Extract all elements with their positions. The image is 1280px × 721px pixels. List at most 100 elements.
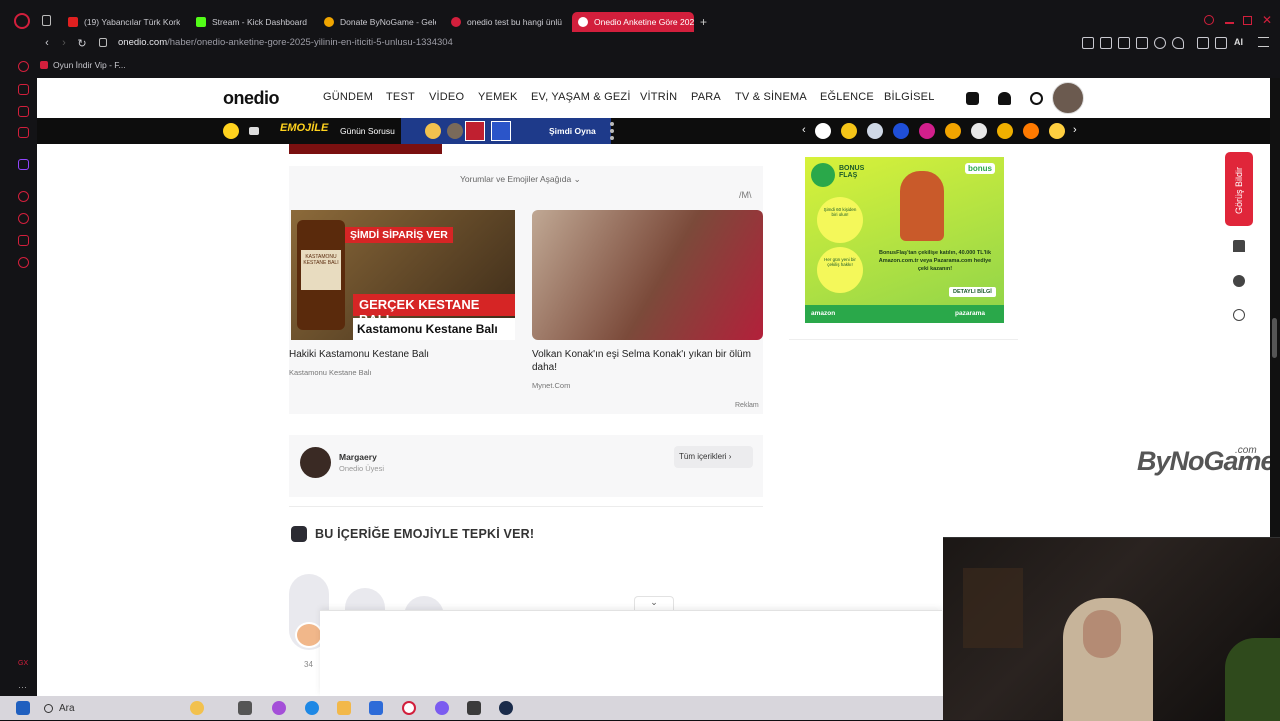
strip-next-icon[interactable]: › <box>1073 124 1077 136</box>
tab-kick[interactable]: Stream - Kick Dashboard <box>190 12 308 32</box>
bookmark-item[interactable]: Oyun İndir Vip - F... <box>40 60 126 70</box>
share-icon[interactable] <box>1233 309 1245 321</box>
sidebar-whatsapp-icon[interactable] <box>18 106 29 117</box>
sidebar-extensions-icon[interactable] <box>18 235 29 246</box>
back-icon[interactable]: ‹ <box>40 36 54 50</box>
clap-emoji-icon[interactable] <box>295 622 323 648</box>
nav-yemek[interactable]: YEMEK <box>478 91 518 103</box>
lock-icon[interactable] <box>99 38 107 47</box>
simdi-oyna-button[interactable]: Şimdi Oyna <box>549 126 596 136</box>
channel-crown-icon[interactable] <box>945 123 961 139</box>
nav-bilgisel[interactable]: BİLGİSEL <box>884 91 935 103</box>
search-icon[interactable] <box>1030 92 1043 105</box>
card-title[interactable]: Hakiki Kastamonu Kestane Balı <box>289 348 509 361</box>
sidebar-messenger-icon[interactable] <box>18 84 29 95</box>
discord-icon[interactable] <box>435 701 449 715</box>
menu-icon[interactable] <box>1258 37 1269 47</box>
user-avatar[interactable] <box>1052 82 1084 114</box>
search-tabs-icon[interactable] <box>1204 15 1214 25</box>
bookmark-icon[interactable] <box>1233 240 1245 252</box>
windows-start-icon[interactable] <box>16 701 30 715</box>
minimize-icon[interactable] <box>1225 22 1234 24</box>
channel-heart-icon[interactable] <box>1023 123 1039 139</box>
split-view-icon[interactable] <box>1082 37 1094 49</box>
nav-ev-yasam-gezi[interactable]: EV, YAŞAM & GEZİ <box>531 91 631 103</box>
collapse-ad-button[interactable]: ⌄ <box>634 596 674 611</box>
channel-star-icon[interactable] <box>867 123 883 139</box>
download-icon[interactable] <box>1215 37 1227 49</box>
aria-ai-button[interactable]: AI <box>1234 37 1243 47</box>
more-dots-icon[interactable] <box>610 122 614 140</box>
detail-button[interactable]: DETAYLI BİLGİ <box>949 287 996 297</box>
sidebar-more-icon[interactable]: ··· <box>18 682 27 692</box>
address-bar[interactable]: onedio.com/haber/onedio-anketine-gore-20… <box>118 37 453 48</box>
nav-gundem[interactable]: GÜNDEM <box>323 91 373 103</box>
taskbar-search[interactable]: Ara <box>44 699 212 717</box>
comments-toggle[interactable]: Yorumlar ve Emojiler Aşağıda ⌄ <box>460 174 581 185</box>
bell-icon[interactable] <box>998 92 1011 105</box>
account-icon[interactable] <box>1197 37 1209 49</box>
channel-ok-icon[interactable] <box>815 123 831 139</box>
forward-icon[interactable]: › <box>57 36 71 50</box>
sidebar-gx-icon[interactable]: GX <box>18 660 28 667</box>
player-icon[interactable] <box>1154 37 1166 49</box>
heart-icon[interactable] <box>1172 37 1184 49</box>
nav-video[interactable]: VİDEO <box>429 91 464 103</box>
nav-eglence[interactable]: EĞLENCE <box>820 91 874 103</box>
file-explorer-icon[interactable] <box>337 701 351 715</box>
copilot-icon[interactable] <box>272 701 286 715</box>
channel-blue-icon[interactable] <box>893 123 909 139</box>
maximize-icon[interactable] <box>1243 16 1252 25</box>
nav-tv-sinema[interactable]: TV & SİNEMA <box>735 91 807 103</box>
messages-icon[interactable] <box>966 92 979 105</box>
nav-vitrin[interactable]: VİTRİN <box>640 91 677 103</box>
tab-youtube[interactable]: (19) Yabancılar Türk Korku <box>62 12 180 32</box>
sidebar-twitch-icon[interactable] <box>18 159 29 170</box>
shield-icon[interactable] <box>1136 37 1148 49</box>
sidebar-history-icon[interactable] <box>18 213 29 224</box>
scrollbar-thumb[interactable] <box>1272 318 1277 358</box>
obs-icon[interactable] <box>467 701 481 715</box>
opera-logo-icon[interactable] <box>14 13 30 29</box>
feedback-button[interactable]: Görüş Bildir <box>1225 152 1253 226</box>
channel-emoji-icon[interactable] <box>841 123 857 139</box>
reload-icon[interactable]: ↻ <box>75 36 89 50</box>
tab-menu-icon[interactable] <box>42 15 51 26</box>
comments-icon[interactable] <box>1233 275 1245 287</box>
task-view-icon[interactable] <box>238 701 252 715</box>
new-tab-button[interactable]: + <box>700 15 707 29</box>
emojile-logo[interactable]: EMOJİLE <box>280 122 328 134</box>
ad-network-logo[interactable]: /M\ <box>739 190 752 200</box>
opera-gx-icon[interactable] <box>402 701 416 715</box>
channel-coin-icon[interactable] <box>997 123 1013 139</box>
card-title[interactable]: Volkan Konak'ın eşi Selma Konak'ı yıkan … <box>532 348 762 374</box>
sidebar-player-icon[interactable] <box>18 191 29 202</box>
author-name[interactable]: Margaery <box>339 452 377 462</box>
channel-pink-icon[interactable] <box>919 123 935 139</box>
store-icon[interactable] <box>369 701 383 715</box>
site-logo[interactable]: onedio <box>223 88 280 109</box>
tab-onedio-anket[interactable]: Onedio Anketine Göre 202 <box>572 12 694 32</box>
bonus-flas-ad[interactable]: BONUS FLAŞ bonus Şimdi 60 kişiden biri o… <box>805 157 1004 323</box>
author-avatar[interactable] <box>300 447 331 478</box>
channel-go-icon[interactable] <box>971 123 987 139</box>
tab-onedio-test[interactable]: onedio test bu hangi ünlü <box>445 12 563 32</box>
nav-test[interactable]: TEST <box>386 91 415 103</box>
sidebar-instagram-icon[interactable] <box>18 127 29 138</box>
card-image-volkan-konak[interactable] <box>532 210 763 340</box>
snapshot-icon[interactable] <box>1118 37 1130 49</box>
channel-face-icon[interactable] <box>1049 123 1065 139</box>
nav-para[interactable]: PARA <box>691 91 721 103</box>
edge-icon[interactable] <box>305 701 319 715</box>
strip-prev-icon[interactable]: ‹ <box>802 124 806 136</box>
tab-donate[interactable]: Donate ByNoGame - Gele <box>318 12 436 32</box>
copilot-sparkle-icon[interactable] <box>190 701 204 715</box>
sidebar-home-icon[interactable] <box>18 61 29 72</box>
emoji-game-icon[interactable] <box>223 123 239 139</box>
sidebar-settings-icon[interactable] <box>18 257 29 268</box>
close-icon[interactable]: ✕ <box>1262 13 1272 27</box>
pin-icon[interactable] <box>1100 37 1112 49</box>
steam-icon[interactable] <box>499 701 513 715</box>
all-content-button[interactable]: Tüm içerikleri › <box>674 446 753 468</box>
card-image-kestane[interactable]: KASTAMONU KESTANE BALI ŞİMDİ SİPARİŞ VER… <box>291 210 515 340</box>
